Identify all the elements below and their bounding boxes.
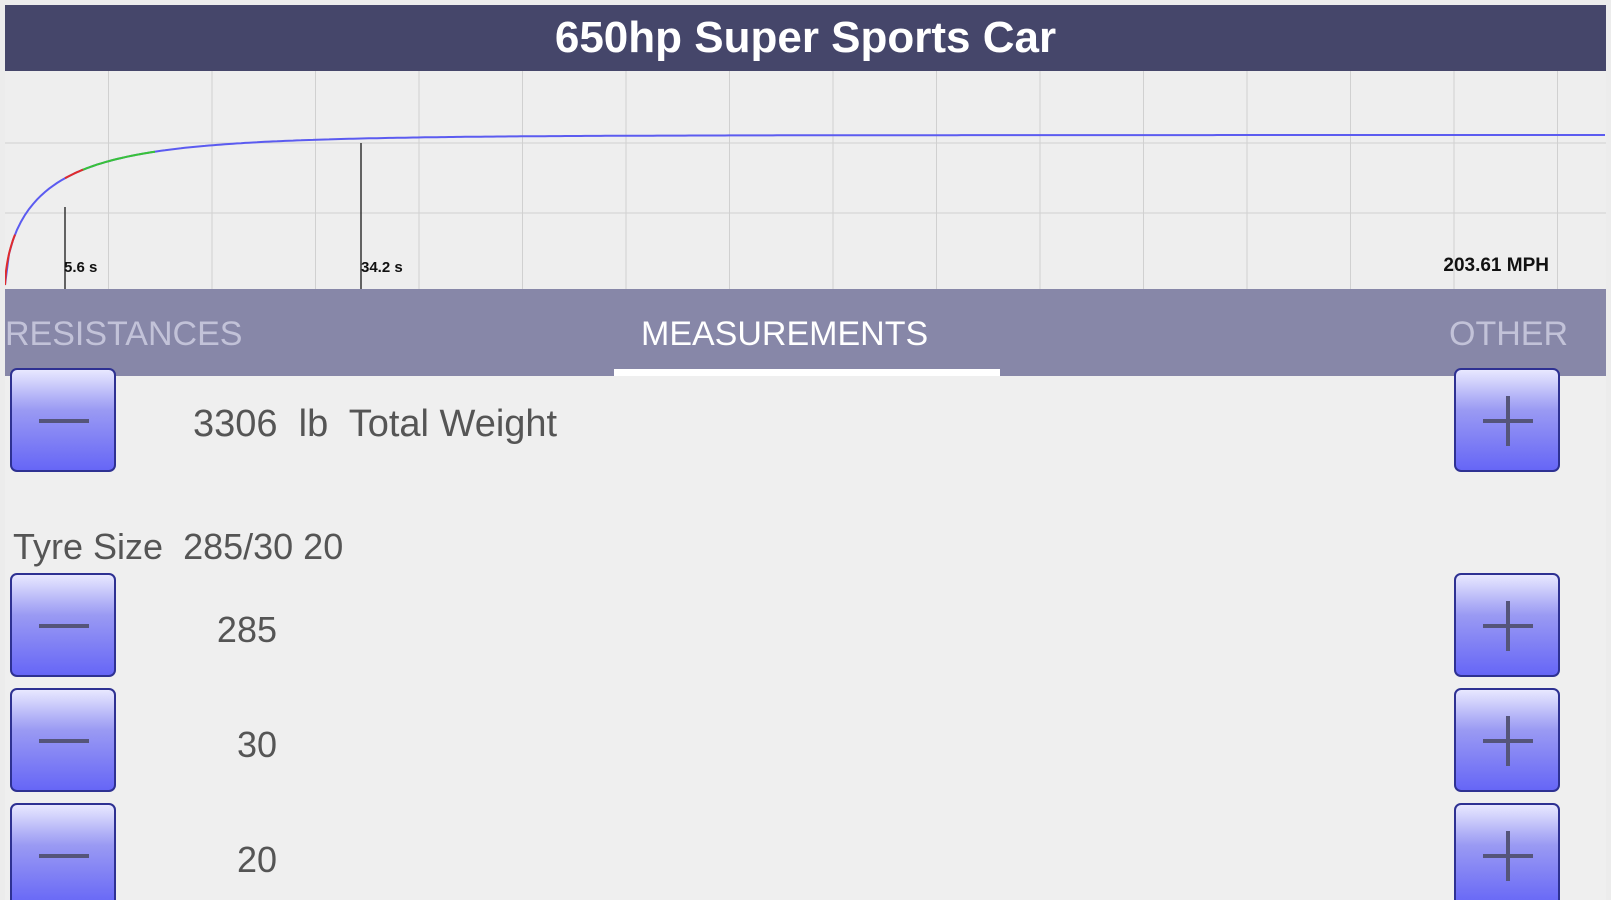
- speed-curve-red-segment: [64, 168, 84, 180]
- tyre-rim-value: 20: [236, 839, 277, 880]
- tyre-width-decrease-button[interactable]: [10, 573, 116, 677]
- weight-value: 3306: [193, 403, 278, 445]
- tyre-rim-decrease-button[interactable]: [10, 803, 116, 900]
- app-window: 650hp Super Sports Car 5.6 s 34.2 s 203.…: [5, 5, 1606, 900]
- tab-measurements[interactable]: MEASUREMENTS: [641, 289, 928, 376]
- speed-curve-red-start: [5, 234, 16, 286]
- app-title-bar: 650hp Super Sports Car: [5, 5, 1606, 71]
- minus-icon: [39, 419, 89, 423]
- tab-bar: RESISTANCES MEASUREMENTS OTHER: [5, 289, 1606, 376]
- tyre-aspect-increase-button[interactable]: [1454, 688, 1560, 792]
- minus-icon: [39, 854, 89, 858]
- tyre-size-heading: Tyre Size 285/30 20: [13, 526, 343, 568]
- speed-curve-chart: 5.6 s 34.2 s 203.61 MPH: [5, 71, 1606, 289]
- weight-unit: lb: [298, 403, 329, 445]
- speed-curve-green-segment: [80, 150, 156, 172]
- marker-label-1: 5.6 s: [64, 259, 97, 276]
- tyre-size-label: Tyre Size: [13, 526, 164, 567]
- active-tab-indicator: [614, 369, 1000, 376]
- tab-other[interactable]: OTHER: [1449, 289, 1568, 376]
- weight-label: Total Weight: [348, 403, 558, 445]
- tyre-size-value: 285/30 20: [183, 526, 344, 567]
- weight-readout: 3306 lb Total Weight: [193, 403, 557, 446]
- app-title: 650hp Super Sports Car: [554, 13, 1057, 62]
- graph-grid: [5, 71, 1606, 289]
- plus-icon: [1483, 396, 1533, 446]
- tyre-aspect-decrease-button[interactable]: [10, 688, 116, 792]
- speed-curve: [5, 134, 1605, 286]
- plus-icon: [1483, 601, 1533, 651]
- weight-decrease-button[interactable]: [10, 368, 116, 472]
- minus-icon: [39, 624, 89, 628]
- weight-increase-button[interactable]: [1454, 368, 1560, 472]
- top-speed-label: 203.61 MPH: [1443, 255, 1549, 276]
- tyre-aspect-value: 30: [236, 724, 277, 765]
- plus-icon: [1483, 831, 1533, 881]
- tyre-rim-increase-button[interactable]: [1454, 803, 1560, 900]
- tab-resistances[interactable]: RESISTANCES: [5, 289, 242, 376]
- minus-icon: [39, 739, 89, 743]
- plus-icon: [1483, 716, 1533, 766]
- tyre-width-value: 285: [216, 609, 277, 650]
- tyre-width-increase-button[interactable]: [1454, 573, 1560, 677]
- marker-label-2: 34.2 s: [361, 259, 403, 276]
- speed-graph: 5.6 s 34.2 s 203.61 MPH: [5, 71, 1606, 290]
